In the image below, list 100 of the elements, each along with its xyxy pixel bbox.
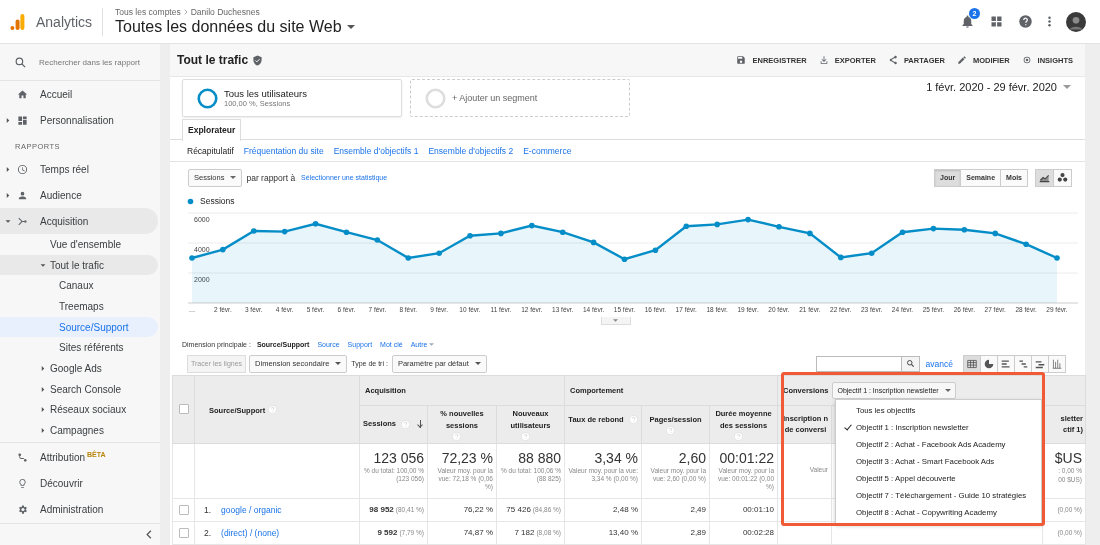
data-point[interactable] xyxy=(837,254,844,260)
nav-item[interactable]: Source/Support xyxy=(0,316,158,338)
data-point[interactable] xyxy=(436,250,442,256)
resize-handle[interactable] xyxy=(600,316,631,325)
apps-grid-icon[interactable] xyxy=(989,14,1004,29)
data-point[interactable] xyxy=(559,229,566,235)
select-all-checkbox[interactable] xyxy=(178,404,189,415)
table-search-field[interactable] xyxy=(815,355,902,372)
legend-dot-icon xyxy=(187,197,194,205)
more-menu-icon[interactable] xyxy=(1047,14,1052,29)
chart-mode-button[interactable] xyxy=(1053,168,1072,187)
nav-item[interactable]: Réseaux sociaux xyxy=(0,399,158,421)
row-checkbox[interactable] xyxy=(178,505,189,515)
data-point[interactable] xyxy=(899,229,906,235)
data-point[interactable] xyxy=(776,223,782,230)
data-point[interactable] xyxy=(1023,241,1029,247)
property-selector[interactable]: Toutes les données du site Web xyxy=(115,18,342,36)
data-point[interactable] xyxy=(467,232,473,239)
bell-icon[interactable] xyxy=(960,14,975,29)
search-button[interactable] xyxy=(901,355,920,372)
data-point[interactable] xyxy=(683,223,690,229)
view-button[interactable] xyxy=(1031,354,1049,373)
report-title: Tout le trafic xyxy=(177,53,249,68)
data-point[interactable] xyxy=(312,220,319,227)
data-point[interactable] xyxy=(992,230,998,236)
nav-item[interactable]: Tout le trafic xyxy=(0,254,158,276)
data-point[interactable] xyxy=(374,236,381,243)
nav-item[interactable]: Personnalisation xyxy=(0,107,158,133)
avatar[interactable] xyxy=(1066,11,1086,32)
row-number: 2. xyxy=(204,528,212,538)
caret-icon xyxy=(41,365,45,371)
total-value: 2,60 xyxy=(677,450,706,466)
nav-item[interactable]: Search Console xyxy=(0,378,158,400)
insights-icon xyxy=(1021,55,1032,66)
nav-item[interactable]: Administration xyxy=(0,496,158,523)
data-point[interactable] xyxy=(189,254,195,261)
view-button[interactable] xyxy=(997,354,1015,373)
row-checkbox[interactable] xyxy=(178,528,189,538)
nav-item[interactable]: Treemaps xyxy=(0,296,158,317)
breadcrumb-link[interactable]: Danilo Duchesnes xyxy=(190,7,260,17)
cell-value: 9 592 xyxy=(377,528,398,538)
subtab-link[interactable]: Récapitulatif xyxy=(187,145,234,156)
source-medium-link[interactable]: (direct) / (none) xyxy=(221,528,280,538)
share-icon xyxy=(887,55,898,66)
view-button[interactable] xyxy=(963,354,981,373)
data-point[interactable] xyxy=(930,225,937,232)
data-point[interactable] xyxy=(961,226,968,233)
analytics-logo-icon xyxy=(10,11,26,32)
data-point[interactable] xyxy=(714,221,720,227)
data-point[interactable] xyxy=(868,250,875,256)
view-button[interactable] xyxy=(980,354,998,373)
shield-check-icon xyxy=(252,54,264,66)
nav-item[interactable]: Google Ads xyxy=(0,358,158,379)
caret-down-icon[interactable] xyxy=(346,25,355,29)
data-point[interactable] xyxy=(529,222,535,229)
data-point[interactable] xyxy=(745,216,751,223)
data-point[interactable] xyxy=(220,246,226,253)
data-point[interactable] xyxy=(405,254,412,261)
nav-item[interactable]: Sites référents xyxy=(0,337,158,359)
nav-item[interactable]: Audience xyxy=(0,182,158,208)
nav-item[interactable]: Accueil xyxy=(0,81,158,107)
data-point[interactable] xyxy=(498,230,504,236)
add-segment-button[interactable]: + Ajouter un segment xyxy=(410,79,630,118)
date-range-picker[interactable]: 1 févr. 2020 - 29 févr. 2020 xyxy=(926,81,1071,94)
breadcrumb-link[interactable]: Tous les comptes xyxy=(115,7,181,17)
nav-item[interactable]: Canaux xyxy=(0,275,158,297)
help-icon[interactable] xyxy=(1018,14,1033,29)
subtab-link[interactable]: Ensemble d'objectifs 2 xyxy=(428,145,514,156)
subtab-link[interactable]: Ensemble d'objectifs 1 xyxy=(333,145,419,156)
nav-item[interactable]: Découvrir xyxy=(0,470,158,497)
view-button[interactable] xyxy=(1014,354,1032,373)
dashboard-icon xyxy=(17,114,28,126)
nav-item[interactable]: Vue d'ensemble xyxy=(0,234,158,255)
search-field[interactable]: Rechercher dans les rapport xyxy=(39,57,149,67)
cell-value: 00:01:10 xyxy=(742,505,774,515)
nav-item[interactable]: Temps réel xyxy=(0,156,158,182)
advanced-link[interactable]: avancé xyxy=(925,358,953,369)
cell-value: 74,87 % xyxy=(463,528,493,538)
source-medium-link[interactable]: google / organic xyxy=(221,505,282,515)
tab[interactable]: Explorateur xyxy=(182,119,242,142)
chart-mode-button[interactable] xyxy=(1035,168,1054,187)
cell-value: 13,40 % xyxy=(608,528,638,538)
data-point[interactable] xyxy=(652,247,659,253)
data-point[interactable] xyxy=(251,227,257,234)
nav-item[interactable]: Campagnes xyxy=(0,420,158,441)
data-point[interactable] xyxy=(1054,254,1060,261)
collapse-icon[interactable] xyxy=(146,529,152,539)
subtab-link[interactable]: E-commerce xyxy=(523,145,572,156)
total-value: 72,23 % xyxy=(440,450,493,466)
data-point[interactable] xyxy=(343,229,350,235)
compare-label: par rapport à xyxy=(246,172,296,183)
data-point[interactable] xyxy=(281,228,288,235)
data-point[interactable] xyxy=(590,239,597,245)
view-button[interactable] xyxy=(1048,354,1066,373)
nav-item[interactable]: Acquisition xyxy=(0,208,158,234)
data-point[interactable] xyxy=(621,256,628,262)
caret-down-icon xyxy=(613,318,618,322)
data-point[interactable] xyxy=(807,230,813,236)
subtab-link[interactable]: Fréquentation du site xyxy=(243,145,324,156)
help-icon xyxy=(665,426,675,435)
